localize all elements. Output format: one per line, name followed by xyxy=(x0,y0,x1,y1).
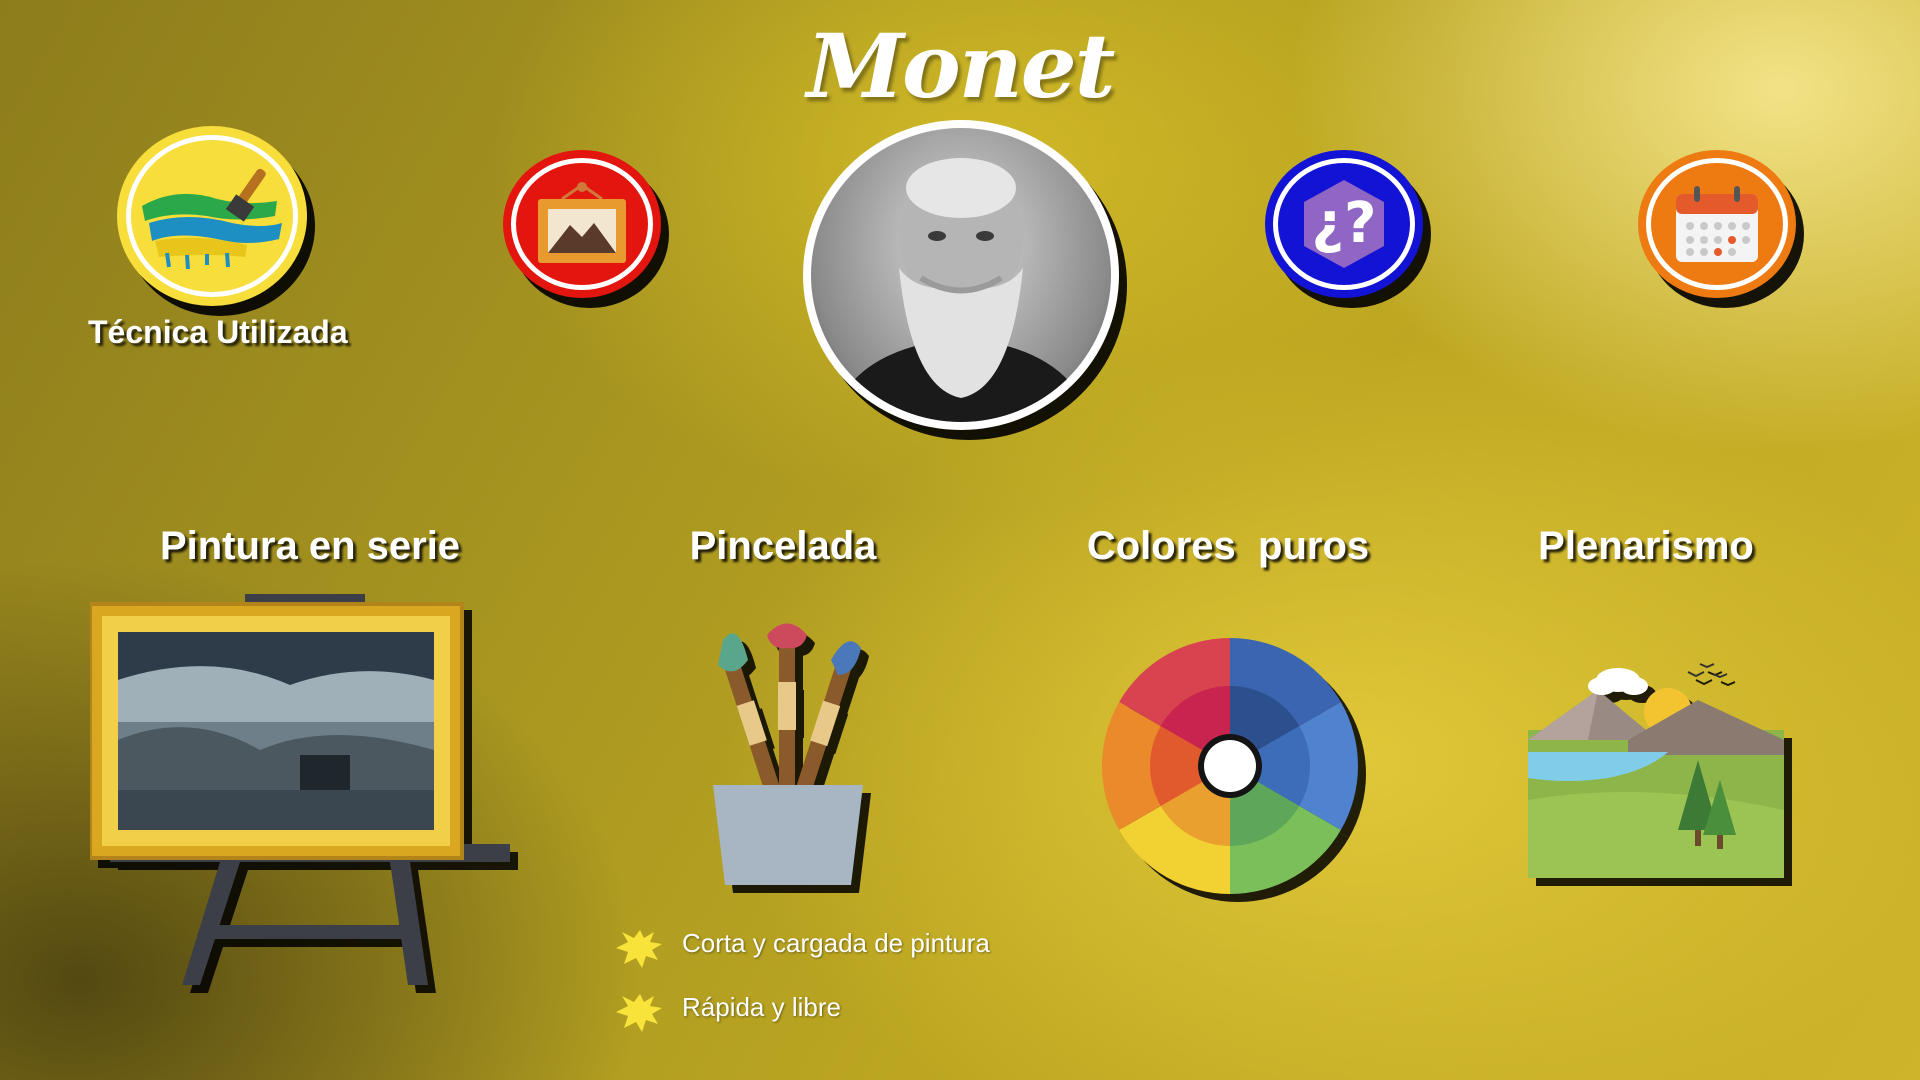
portrait-photo xyxy=(831,158,1091,422)
section-heading-brushstroke[interactable]: Pincelada xyxy=(583,524,983,569)
paintbrush-strokes-icon xyxy=(142,168,282,270)
question-hexagon-icon: ¿? xyxy=(1304,180,1384,268)
technique-button[interactable] xyxy=(117,126,307,306)
paintings-button[interactable] xyxy=(503,150,661,298)
easel-paintings-icon[interactable] xyxy=(90,590,550,990)
section-heading-pure-colors[interactable]: Colores puros xyxy=(1028,524,1428,569)
brushstroke-bullet-1: Corta y cargada de pintura xyxy=(682,928,990,958)
section-heading-plein-air[interactable]: Plenarismo xyxy=(1446,524,1846,569)
paint-splat-icon xyxy=(616,994,662,1032)
curiosities-button[interactable]: ¿? xyxy=(1265,150,1423,298)
color-wheel-icon[interactable] xyxy=(1100,636,1360,896)
section-heading-series[interactable]: Pintura en serie xyxy=(110,524,510,569)
landscape-icon[interactable] xyxy=(1528,660,1788,880)
calendar-icon xyxy=(1676,186,1758,262)
brushstroke-bullet-2: Rápida y libre xyxy=(682,992,841,1022)
svg-text:¿?: ¿? xyxy=(1312,191,1377,256)
monet-portrait[interactable] xyxy=(803,120,1119,430)
timeline-button[interactable] xyxy=(1638,150,1796,298)
paintbrushes-cup-icon[interactable] xyxy=(683,620,893,890)
page-title: Monet xyxy=(806,14,1116,118)
framed-picture-icon xyxy=(538,182,626,263)
paint-splat-icon xyxy=(616,930,662,968)
technique-label: Técnica Utilizada xyxy=(88,314,348,350)
